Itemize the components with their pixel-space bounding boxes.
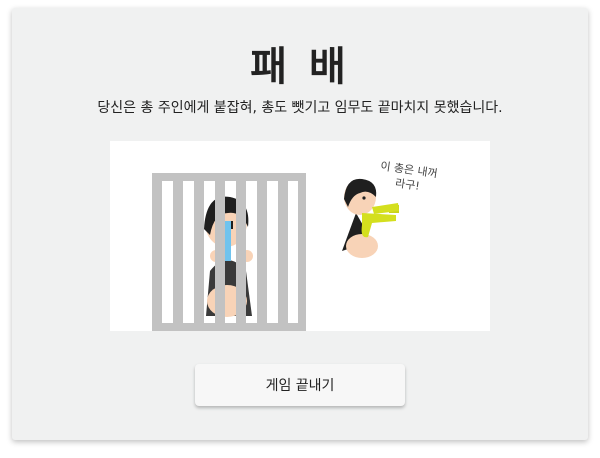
gun-icon bbox=[361, 213, 396, 238]
gun-owner-character bbox=[342, 178, 399, 258]
jail-bar bbox=[257, 173, 267, 331]
speech-line-1: 이 총은 내꺼 bbox=[380, 159, 439, 180]
jail-bar bbox=[152, 173, 162, 331]
defeat-illustration: 이 총은 내꺼 라구! bbox=[110, 141, 490, 331]
defeat-message: 당신은 총 주인에게 붙잡혀, 총도 뺏기고 임무도 끝마치지 못했습니다. bbox=[97, 100, 503, 116]
jail-bar bbox=[194, 173, 204, 331]
jail-bar bbox=[173, 173, 183, 331]
speech-line-2: 라구! bbox=[394, 177, 420, 193]
jail-bar bbox=[215, 173, 225, 331]
jail-bar bbox=[298, 173, 306, 331]
end-game-button[interactable]: 게임 끝내기 bbox=[195, 364, 405, 406]
defeat-title: 패 배 bbox=[250, 44, 350, 90]
jail-bar bbox=[278, 173, 288, 331]
jail-bar bbox=[236, 173, 246, 331]
